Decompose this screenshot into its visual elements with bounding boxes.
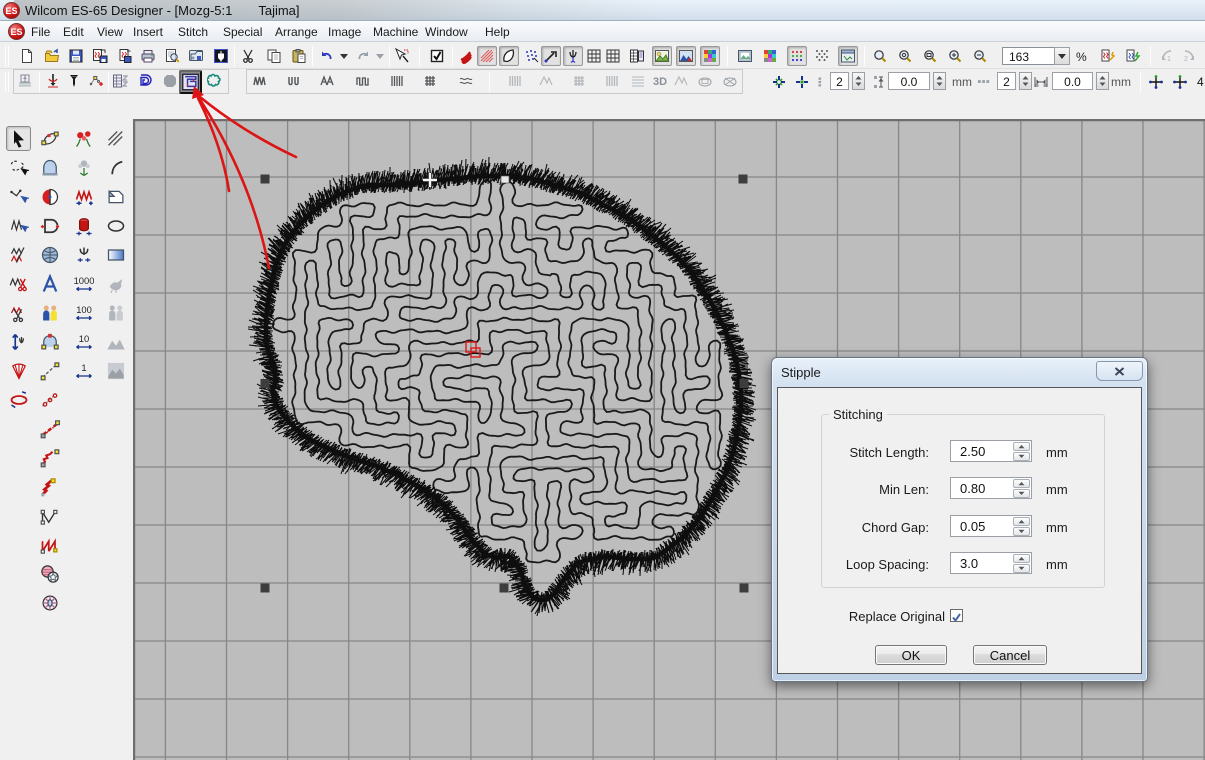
svg-text:1: 1 xyxy=(81,363,86,373)
svg-text:100: 100 xyxy=(76,305,92,315)
svg-text:3D: 3D xyxy=(653,76,667,88)
svg-text:1: 1 xyxy=(1167,56,1171,63)
svg-text:10: 10 xyxy=(79,334,89,344)
svg-text:2: 2 xyxy=(1184,56,1188,63)
svg-text:1000: 1000 xyxy=(74,276,94,286)
